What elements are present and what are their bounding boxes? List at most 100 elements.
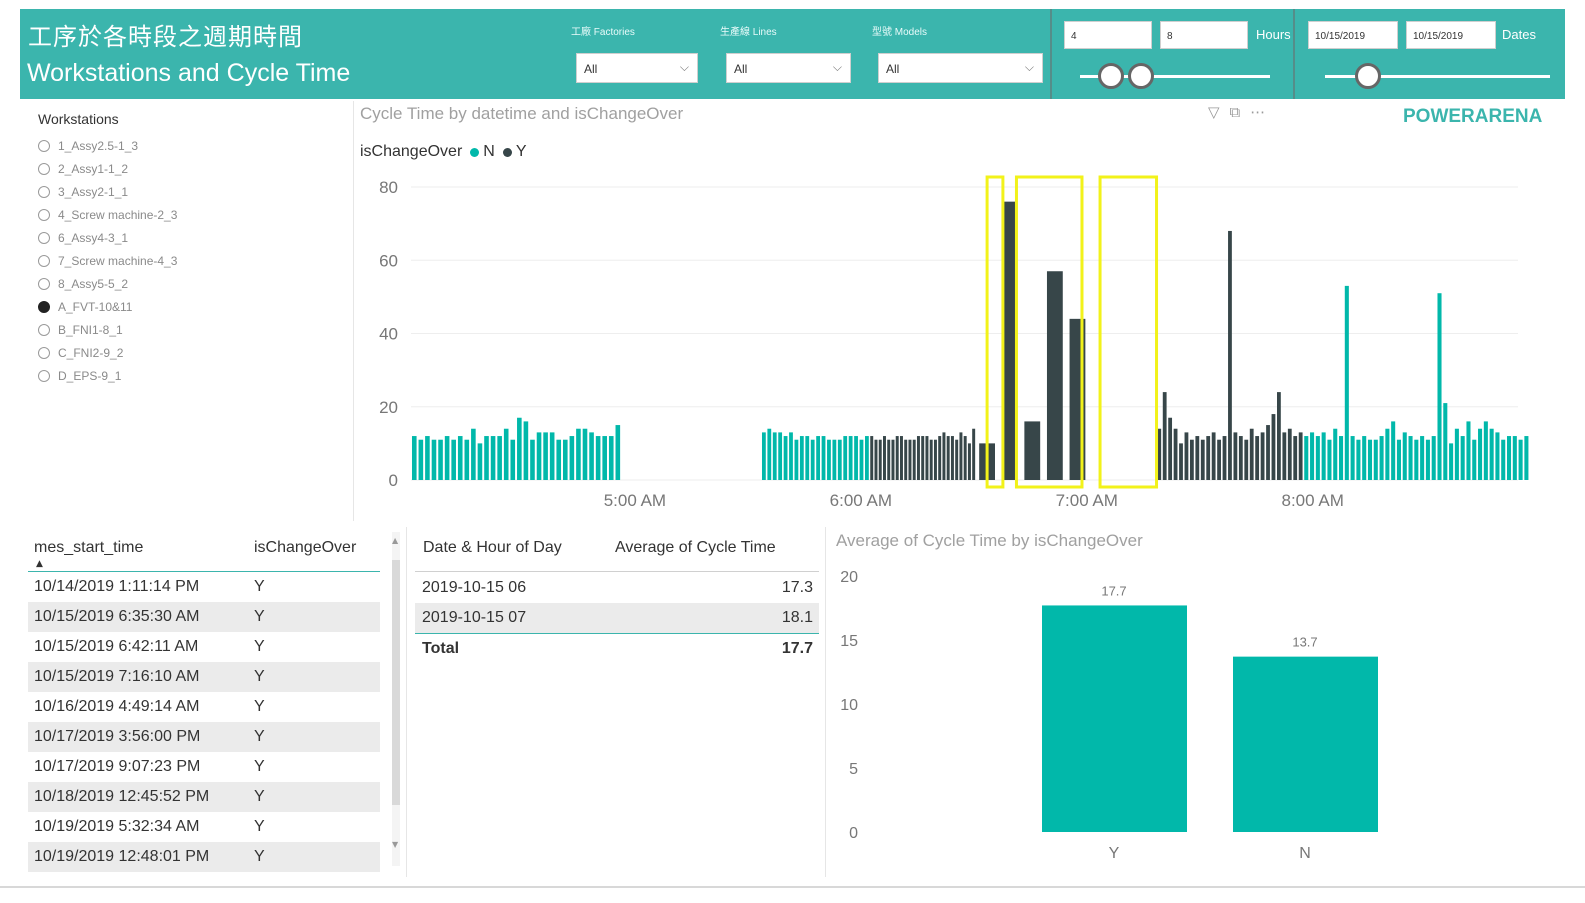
radio-unchecked-icon[interactable] [38,163,50,175]
hours-slider-end-handle[interactable] [1128,63,1154,89]
main-chart-legend: isChangeOver N Y [360,143,527,161]
cycle-time-bar [827,439,831,480]
radio-unchecked-icon[interactable] [38,232,50,244]
chevron-down-icon: ⌵ [679,60,689,74]
avg-cycle-by-changeover-chart[interactable]: 0 5 10 15 20 17.7 Y 13.7 N [830,560,1550,870]
table-row[interactable]: 10/19/2019 5:32:34 AM Y [28,812,380,842]
avg-chart-title: Average of Cycle Time by isChangeOver [836,531,1143,550]
cycle-time-bar [1478,428,1483,480]
cell-mes-start-time: 10/19/2019 5:32:34 AM [34,818,200,835]
cycle-time-bar [1233,432,1238,480]
table-row[interactable]: 10/16/2019 4:49:14 AM Y [28,692,380,722]
radio-unchecked-icon[interactable] [38,347,50,359]
filter-factories-dropdown[interactable]: All ⌵ [576,53,698,83]
filter-lines-dropdown[interactable]: All ⌵ [726,53,851,83]
column-header-ischangeover[interactable]: isChangeOver [254,539,356,557]
table-row[interactable]: 2019-10-15 06 17.3 [415,573,819,603]
x-tick-label: 8:00 AM [1281,491,1343,510]
cycle-time-bar [848,436,853,480]
scroll-down-icon[interactable]: ▼ [392,840,398,849]
radio-unchecked-icon[interactable] [38,324,50,336]
cycle-time-bar [859,439,864,480]
cycle-time-bar [1287,428,1292,480]
dates-label: Dates [1502,27,1536,42]
cycle-time-bar [1238,436,1243,480]
workstation-option[interactable]: C_FNI2-9_2 [38,346,123,360]
data-label: 13.7 [1292,635,1317,650]
workstation-label: 7_Screw machine-4_3 [58,254,178,268]
workstation-label: 4_Screw machine-2_3 [58,208,178,222]
cycle-time-bar [1501,439,1506,480]
workstation-option[interactable]: 7_Screw machine-4_3 [38,254,177,268]
cell-mes-start-time: 10/19/2019 12:48:01 PM [34,848,210,865]
radio-unchecked-icon[interactable] [38,278,50,290]
cycle-time-bar [1414,439,1419,480]
cycle-time-bar [1321,432,1326,480]
table-row[interactable]: 10/19/2019 12:48:01 PM Y [28,842,380,872]
filter-models-dropdown[interactable]: All ⌵ [878,53,1043,83]
radio-checked-icon[interactable] [38,301,50,313]
cycle-time-bar [1373,439,1378,480]
y-tick-label: 40 [379,325,398,344]
table-row[interactable]: 2019-10-15 07 18.1 [415,603,819,633]
hours-from-input[interactable]: 4 [1064,21,1152,49]
total-row: Total 17.7 [415,633,819,663]
more-options-icon[interactable]: ⋯ [1250,103,1265,121]
table-row[interactable]: 10/15/2019 7:16:10 AM Y [28,662,380,692]
workstation-option[interactable]: 1_Assy2.5-1_3 [38,139,138,153]
avg-bar [1233,656,1378,832]
cycle-time-bar [484,436,489,480]
table-row[interactable]: 10/15/2019 6:42:11 AM Y [28,632,380,662]
legend-n-marker [470,147,480,157]
cycle-time-bar [517,417,522,480]
cycle-time-column-chart[interactable]: 0 20 40 60 80 5:00 AM 6:00 AM 7:00 AM 8:00 AM [356,170,1566,515]
table-scrollbar-thumb[interactable] [392,560,400,805]
workstation-option[interactable]: 4_Screw machine-2_3 [38,208,177,222]
table-row[interactable]: 10/17/2019 3:56:00 PM Y [28,722,380,752]
column-header-avg-cycle[interactable]: Average of Cycle Time [615,539,776,557]
radio-unchecked-icon[interactable] [38,255,50,267]
cycle-time-bar [794,439,799,480]
table-row[interactable]: 10/18/2019 12:45:52 PM Y [28,782,380,812]
cycle-time-bar [899,436,903,480]
cycle-time-bar [549,432,555,480]
radio-unchecked-icon[interactable] [38,140,50,152]
radio-unchecked-icon[interactable] [38,370,50,382]
filter-factories-value: All [584,62,598,76]
column-header-mes-start-time[interactable]: mes_start_time [34,539,143,557]
filter-lines-value: All [734,62,748,76]
filter-icon[interactable]: ▽ [1208,103,1220,121]
hours-to-input[interactable]: 8 [1160,21,1248,49]
table-row[interactable]: 10/14/2019 1:11:14 PM Y [28,572,380,602]
workstation-option[interactable]: 3_Assy2-1_1 [38,185,128,199]
workstation-option[interactable]: D_EPS-9_1 [38,369,121,383]
focus-mode-icon[interactable]: ⧉ [1230,103,1241,121]
filter-lines-label: 生產線 Lines [720,27,777,38]
column-header-date-hour[interactable]: Date & Hour of Day [423,539,562,557]
cycle-time-bar [810,439,815,480]
cell-date-hour: 2019-10-15 06 [422,579,527,596]
table-row[interactable]: 10/15/2019 6:35:30 AM Y [28,602,380,632]
hours-slider-start-handle[interactable] [1098,63,1124,89]
table-row[interactable]: 10/17/2019 9:07:23 PM Y [28,752,380,782]
cycle-time-bar [1249,428,1254,480]
cell-mes-start-time: 10/17/2019 9:07:23 PM [34,758,201,775]
workstation-option[interactable]: 6_Assy4-3_1 [38,231,128,245]
radio-unchecked-icon[interactable] [38,209,50,221]
date-from-input[interactable]: 10/15/2019 [1308,21,1398,49]
y-tick-label: 60 [379,251,398,270]
dates-slider-handle[interactable] [1355,63,1381,89]
workstation-option[interactable]: 2_Assy1-1_2 [38,162,128,176]
cell-ischangeover: Y [254,698,265,715]
cycle-time-bar [783,436,788,480]
workstation-option[interactable]: B_FNI1-8_1 [38,323,123,337]
workstation-option[interactable]: 8_Assy5-5_2 [38,277,128,291]
cycle-time-bar [1046,271,1063,480]
scroll-up-icon[interactable]: ▲ [392,536,398,545]
cycle-time-bar [916,436,920,480]
cycle-time-bar [411,436,417,480]
date-to-input[interactable]: 10/15/2019 [1406,21,1496,49]
cycle-time-bar [972,428,976,480]
radio-unchecked-icon[interactable] [38,186,50,198]
workstation-option[interactable]: A_FVT-10&11 [38,300,132,314]
